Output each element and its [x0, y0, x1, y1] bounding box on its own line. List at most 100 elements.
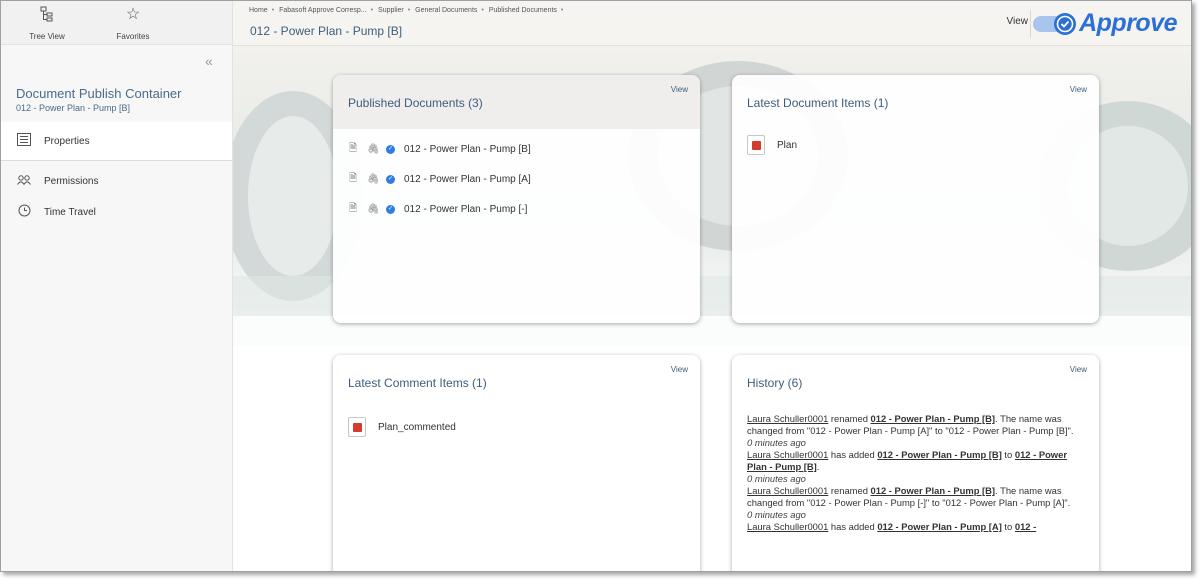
published-check-icon: ✓ — [386, 204, 395, 214]
card-header: Latest Comment Items (1) View — [333, 355, 700, 409]
item-name: Plan — [777, 139, 798, 151]
tree-view-button[interactable]: Tree View — [13, 1, 81, 41]
history-timestamp: 0 minutes ago — [747, 437, 806, 448]
history-user-link[interactable]: Laura Schuller0001 — [747, 413, 828, 424]
published-documents-card: Published Documents (3) View 🗎 🖇 ✓ 012 -… — [333, 75, 700, 323]
history-entry: Laura Schuller0001 has added 012 - Power… — [747, 521, 1085, 533]
history-object-link[interactable]: 012 - Power Plan - Pump [A] — [877, 521, 1002, 532]
history-card: History (6) View Laura Schuller0001 rena… — [732, 355, 1099, 571]
breadcrumb-approve[interactable]: Fabasoft Approve Corresp... — [279, 7, 367, 14]
tree-view-label: Tree View — [29, 32, 65, 41]
logo-icon — [1031, 10, 1079, 38]
history-list: Laura Schuller0001 renamed 012 - Power P… — [732, 413, 1099, 533]
history-action: has added — [828, 521, 878, 532]
time-travel-icon — [15, 204, 33, 220]
history-user-link[interactable]: Laura Schuller0001 — [747, 521, 828, 532]
properties-icon — [15, 133, 33, 149]
history-object-link[interactable]: 012 - Power Plan - Pump [B] — [877, 449, 1002, 460]
history-object-link[interactable]: 012 - Power Plan - Pump [B] — [871, 413, 996, 424]
latest-document-items-card: Latest Document Items (1) View Plan — [732, 75, 1099, 323]
container-subtitle: 012 - Power Plan - Pump [B] — [16, 103, 131, 113]
card-title: History (6) — [747, 376, 803, 390]
attachment-icon: 🖇 — [367, 203, 380, 215]
document-name: 012 - Power Plan - Pump [A] — [404, 173, 531, 185]
history-target-link[interactable]: 012 - — [1015, 521, 1036, 532]
page-title: 012 - Power Plan - Pump [B] — [250, 24, 403, 38]
favorites-button[interactable]: ☆ Favorites — [99, 1, 167, 41]
history-action: renamed — [828, 413, 871, 424]
document-icon: 🗎 — [348, 142, 358, 154]
breadcrumb-general-documents[interactable]: General Documents — [415, 7, 477, 14]
card-header: Published Documents (3) View — [333, 75, 700, 129]
document-icon: 🗎 — [348, 202, 358, 214]
pdf-icon — [348, 417, 366, 437]
history-object-link[interactable]: 012 - Power Plan - Pump [B] — [871, 485, 996, 496]
history-view-link[interactable]: View — [1070, 365, 1087, 374]
history-connector: to — [1001, 449, 1015, 460]
star-icon: ☆ — [125, 6, 141, 23]
sidebar-toolbar: Tree View ☆ Favorites — [1, 1, 232, 45]
history-action: has added — [828, 449, 878, 460]
permissions-icon — [15, 174, 33, 188]
published-check-icon: ✓ — [386, 174, 395, 184]
favorites-label: Favorites — [116, 32, 150, 41]
list-item[interactable]: Plan — [732, 135, 1099, 155]
sidebar-item-label: Permissions — [44, 175, 99, 187]
breadcrumb-separator: • — [560, 7, 564, 14]
pdf-icon — [747, 135, 765, 155]
latest-comment-items-card: Latest Comment Items (1) View Plan_comme… — [333, 355, 700, 571]
tree-view-icon — [40, 6, 54, 26]
document-name: 012 - Power Plan - Pump [B] — [404, 143, 531, 155]
card-title: Published Documents (3) — [348, 96, 483, 110]
breadcrumb: Home • Fabasoft Approve Corresp... • Suppl… — [249, 7, 566, 14]
breadcrumb-published-documents[interactable]: Published Documents — [489, 7, 557, 14]
list-item[interactable]: Plan_commented — [333, 417, 700, 437]
list-item[interactable]: 🗎 🖇 ✓ 012 - Power Plan - Pump [-] — [333, 194, 700, 224]
main-content: Published Documents (3) View 🗎 🖇 ✓ 012 -… — [233, 46, 1191, 571]
app-window: Tree View ☆ Favorites « Document Publish… — [0, 0, 1192, 572]
history-entry: Laura Schuller0001 has added 012 - Power… — [747, 449, 1085, 485]
card-title: Latest Comment Items (1) — [348, 376, 487, 390]
published-check-icon: ✓ — [386, 144, 395, 154]
card-header: Latest Document Items (1) View — [732, 75, 1099, 129]
history-action: renamed — [828, 485, 871, 496]
sidebar-item-properties[interactable]: Properties — [1, 122, 232, 161]
breadcrumb-separator: • — [407, 7, 411, 14]
card-header: History (6) View — [732, 355, 1099, 409]
sidebar-item-label: Properties — [44, 135, 90, 147]
sidebar-item-permissions[interactable]: Permissions — [1, 166, 232, 196]
list-item[interactable]: 🗎 🖇 ✓ 012 - Power Plan - Pump [B] — [333, 134, 700, 164]
history-entry: Laura Schuller0001 renamed 012 - Power P… — [747, 485, 1085, 521]
sidebar-item-label: Time Travel — [44, 206, 96, 218]
history-entry: Laura Schuller0001 renamed 012 - Power P… — [747, 413, 1085, 449]
approve-logo: Approve — [1031, 9, 1177, 38]
item-name: Plan_commented — [378, 421, 456, 433]
logo-text: Approve — [1079, 9, 1177, 37]
history-connector: to — [1001, 521, 1015, 532]
document-icon: 🗎 — [348, 172, 358, 184]
list-item[interactable]: 🗎 🖇 ✓ 012 - Power Plan - Pump [A] — [333, 164, 700, 194]
latest-docs-view-link[interactable]: View — [1070, 85, 1087, 94]
breadcrumb-separator: • — [271, 7, 275, 14]
attachment-icon: 🖇 — [367, 143, 380, 155]
header: Home • Fabasoft Approve Corresp... • Suppl… — [233, 1, 1191, 46]
published-view-link[interactable]: View — [671, 85, 688, 94]
sidebar-item-time-travel[interactable]: Time Travel — [1, 197, 232, 227]
container-heading: Document Publish Container 012 - Power P… — [16, 86, 181, 113]
history-user-link[interactable]: Laura Schuller0001 — [747, 449, 828, 460]
breadcrumb-supplier[interactable]: Supplier — [378, 7, 404, 14]
history-timestamp: 0 minutes ago — [747, 509, 806, 520]
attachment-icon: 🖇 — [367, 173, 380, 185]
container-title: Document Publish Container — [16, 86, 182, 101]
breadcrumb-home[interactable]: Home — [249, 7, 268, 14]
breadcrumb-separator: • — [370, 7, 374, 14]
collapse-sidebar-icon[interactable]: « — [205, 53, 213, 69]
history-timestamp: 0 minutes ago — [747, 473, 806, 484]
breadcrumb-separator: • — [481, 7, 484, 14]
history-details: . — [816, 461, 820, 472]
history-user-link[interactable]: Laura Schuller0001 — [747, 485, 828, 496]
card-title: Latest Document Items (1) — [747, 96, 889, 110]
latest-comments-view-link[interactable]: View — [671, 365, 688, 374]
view-menu-button[interactable]: View — [1007, 16, 1029, 27]
sidebar: Tree View ☆ Favorites « Document Publish… — [1, 1, 233, 571]
